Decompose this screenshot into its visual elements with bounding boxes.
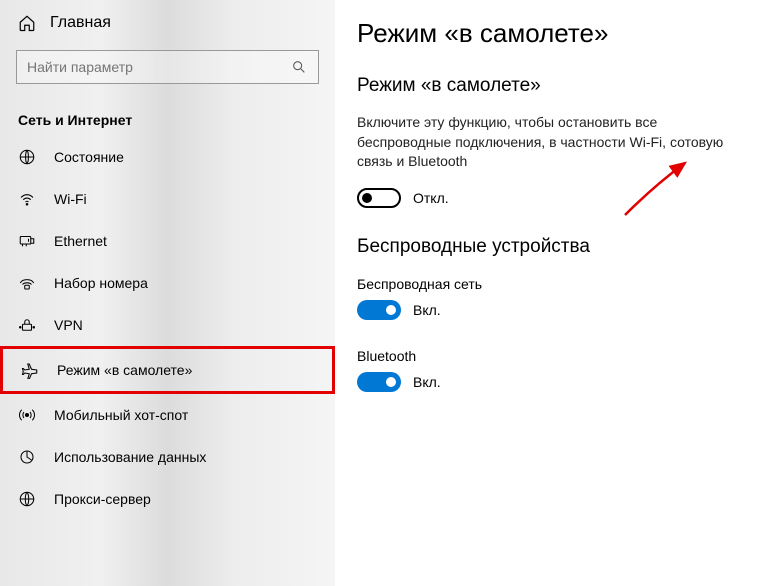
sidebar-item-wifi[interactable]: Wi-Fi [0,178,335,220]
sidebar-item-label: Режим «в самолете» [57,362,192,378]
dialup-icon [18,274,36,292]
sidebar-item-ethernet[interactable]: Ethernet [0,220,335,262]
vpn-icon [18,316,36,334]
home-link[interactable]: Главная [0,8,335,38]
sidebar-section-header: Сеть и Интернет [0,96,335,136]
sidebar-item-label: VPN [54,317,83,333]
globe-icon [18,148,36,166]
wifi-toggle-label: Вкл. [413,302,441,318]
bluetooth-toggle[interactable] [357,372,401,392]
sidebar-item-label: Использование данных [54,449,206,465]
sidebar-item-airplane[interactable]: Режим «в самолете» [0,346,335,394]
sidebar-item-label: Мобильный хот-спот [54,407,188,423]
sidebar-item-label: Состояние [54,149,124,165]
page-title: Режим «в самолете» [357,18,749,49]
bluetooth-field-label: Bluetooth [357,348,749,364]
sidebar-item-hotspot[interactable]: Мобильный хот-спот [0,394,335,436]
ethernet-icon [18,232,36,250]
search-icon [290,58,308,76]
sidebar-item-proxy[interactable]: Прокси-сервер [0,478,335,520]
wifi-toggle[interactable] [357,300,401,320]
airplane-toggle-label: Откл. [413,190,449,206]
section-subtitle: Режим «в самолете» [357,75,749,97]
airplane-icon [21,361,39,379]
sidebar-item-label: Wi-Fi [54,191,87,207]
bluetooth-toggle-label: Вкл. [413,374,441,390]
hotspot-icon [18,406,36,424]
home-icon [18,14,36,32]
sidebar-item-datausage[interactable]: Использование данных [0,436,335,478]
airplane-toggle-row: Откл. [357,188,749,208]
airplane-toggle[interactable] [357,188,401,208]
sidebar-item-dialup[interactable]: Набор номера [0,262,335,304]
home-label: Главная [50,14,111,32]
sidebar-item-label: Набор номера [54,275,148,291]
wifi-icon [18,190,36,208]
wireless-header: Беспроводные устройства [357,236,749,258]
search-input[interactable] [27,59,266,75]
proxy-icon [18,490,36,508]
airplane-description: Включите эту функцию, чтобы остановить в… [357,113,749,172]
wifi-field-label: Беспроводная сеть [357,276,749,292]
sidebar-item-label: Прокси-сервер [54,491,151,507]
sidebar-item-label: Ethernet [54,233,107,249]
sidebar: Главная Сеть и Интернет Состояние Wi-Fi … [0,0,335,586]
wifi-toggle-row: Вкл. [357,300,749,320]
sidebar-item-vpn[interactable]: VPN [0,304,335,346]
search-input-container[interactable] [16,50,319,84]
bluetooth-toggle-row: Вкл. [357,372,749,392]
main-content: Режим «в самолете» Режим «в самолете» Вк… [335,0,763,586]
data-usage-icon [18,448,36,466]
sidebar-item-status[interactable]: Состояние [0,136,335,178]
